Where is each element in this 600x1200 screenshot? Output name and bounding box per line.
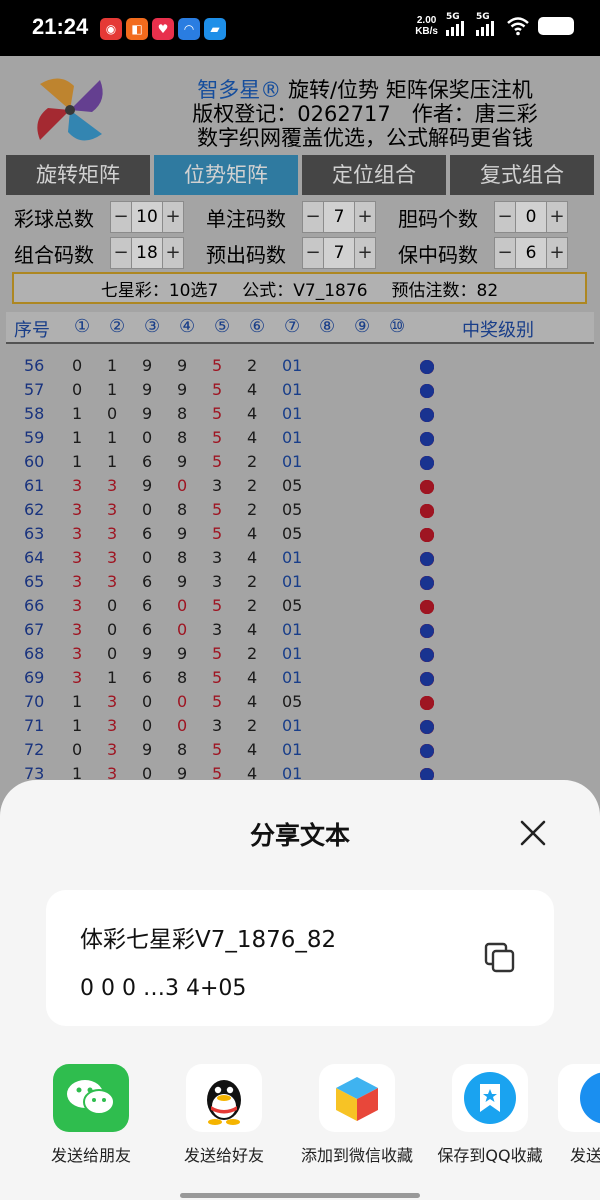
share-target-qq-favorites[interactable]: 保存到QQ收藏: [425, 1064, 555, 1166]
copy-icon[interactable]: [484, 942, 516, 974]
share-target-wechat-friend[interactable]: 发送给朋友: [26, 1064, 156, 1166]
notification-app-icon: ◉: [100, 18, 122, 40]
share-targets: 发送给朋友 发送给好友 添加到微信收藏 保存到QQ收藏 发送: [0, 1064, 600, 1184]
notification-app-icon: ▰: [204, 18, 226, 40]
share-target-qq-friend[interactable]: 发送给好友: [159, 1064, 289, 1166]
signal-icon: 5G: [476, 12, 498, 36]
battery-icon: [538, 17, 574, 35]
wifi-icon: [507, 17, 529, 36]
status-bar: 21:24 ◉ ◧ ♥ ◠ ▰ 2.00 KB/s 5G 5G: [0, 0, 600, 56]
network-speed: 2.00 KB/s: [415, 15, 438, 37]
wechat-icon: [53, 1064, 129, 1132]
notification-app-icon: ♥: [152, 18, 174, 40]
qq-favorites-icon: [452, 1064, 528, 1132]
status-time: 21:24: [32, 14, 89, 39]
share-preview-title: 体彩七星彩V7_1876_82: [80, 927, 337, 953]
share-target-more[interactable]: 发送: [558, 1064, 600, 1166]
share-target-wechat-favorites[interactable]: 添加到微信收藏: [292, 1064, 422, 1166]
more-app-icon: [558, 1064, 600, 1132]
share-sheet: 分享文本 体彩七星彩V7_1876_82 0 0 0 …3 4+05 发送给朋友: [0, 780, 600, 1200]
qq-icon: [186, 1064, 262, 1132]
share-sheet-title: 分享文本: [249, 821, 350, 850]
wechat-favorites-icon: [319, 1064, 395, 1132]
signal-icon: 5G: [446, 12, 468, 36]
close-icon[interactable]: [518, 818, 548, 848]
share-preview-content: 0 0 0 …3 4+05: [80, 976, 247, 1001]
share-preview-card: 体彩七星彩V7_1876_82 0 0 0 …3 4+05: [46, 890, 554, 1026]
home-indicator[interactable]: [180, 1193, 420, 1198]
notification-app-icon: ◧: [126, 18, 148, 40]
notification-app-icon: ◠: [178, 18, 200, 40]
